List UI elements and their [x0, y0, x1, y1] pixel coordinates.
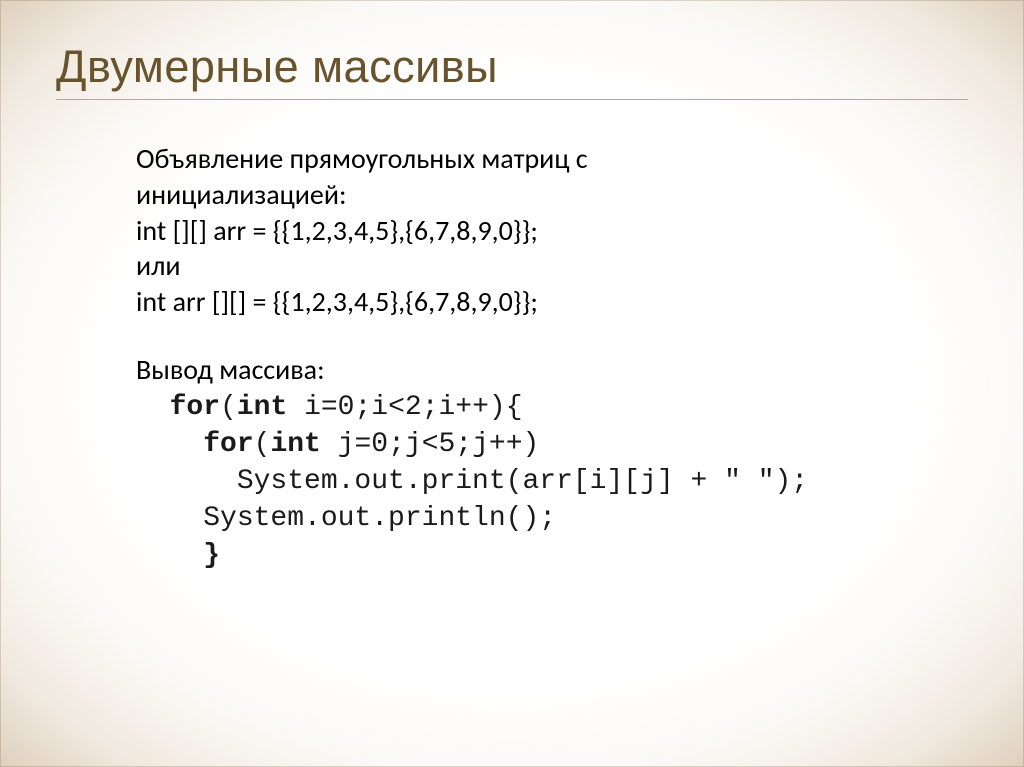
- code-block: for(int i=0;i<2;i++){ for(int j=0;j<5;j+…: [136, 390, 963, 575]
- slide: Двумерные массивы Объявление прямоугольн…: [0, 0, 1024, 767]
- title-underline: [56, 99, 968, 100]
- output-label: Вывод массива:: [136, 352, 963, 388]
- keyword-for: for: [170, 392, 220, 423]
- or-word: или: [136, 248, 963, 284]
- declaration-code-1: int [][] arr = {{1,2,3,4,5},{6,7,8,9,0}}…: [136, 213, 963, 249]
- code-line-5: }: [136, 538, 963, 575]
- code-line-3: System.out.print(arr[i][j] + " ");: [136, 464, 963, 501]
- keyword-int: int: [270, 429, 320, 460]
- blank-line: [136, 320, 963, 352]
- keyword-for: for: [203, 429, 253, 460]
- slide-title: Двумерные массивы: [56, 41, 968, 95]
- intro-line-1: Объявление прямоугольных матриц с: [136, 141, 963, 177]
- closing-brace: }: [203, 540, 220, 571]
- code-line-4: System.out.println();: [136, 501, 963, 538]
- declaration-code-2: int arr [][] = {{1,2,3,4,5},{6,7,8,9,0}}…: [136, 284, 963, 320]
- code-line-2: for(int j=0;j<5;j++): [136, 427, 963, 464]
- intro-line-2: инициализацией:: [136, 177, 963, 213]
- keyword-int: int: [237, 392, 287, 423]
- slide-content: Объявление прямоугольных матриц с инициа…: [136, 141, 963, 575]
- code-line-1: for(int i=0;i<2;i++){: [136, 390, 963, 427]
- title-block: Двумерные массивы: [56, 41, 968, 100]
